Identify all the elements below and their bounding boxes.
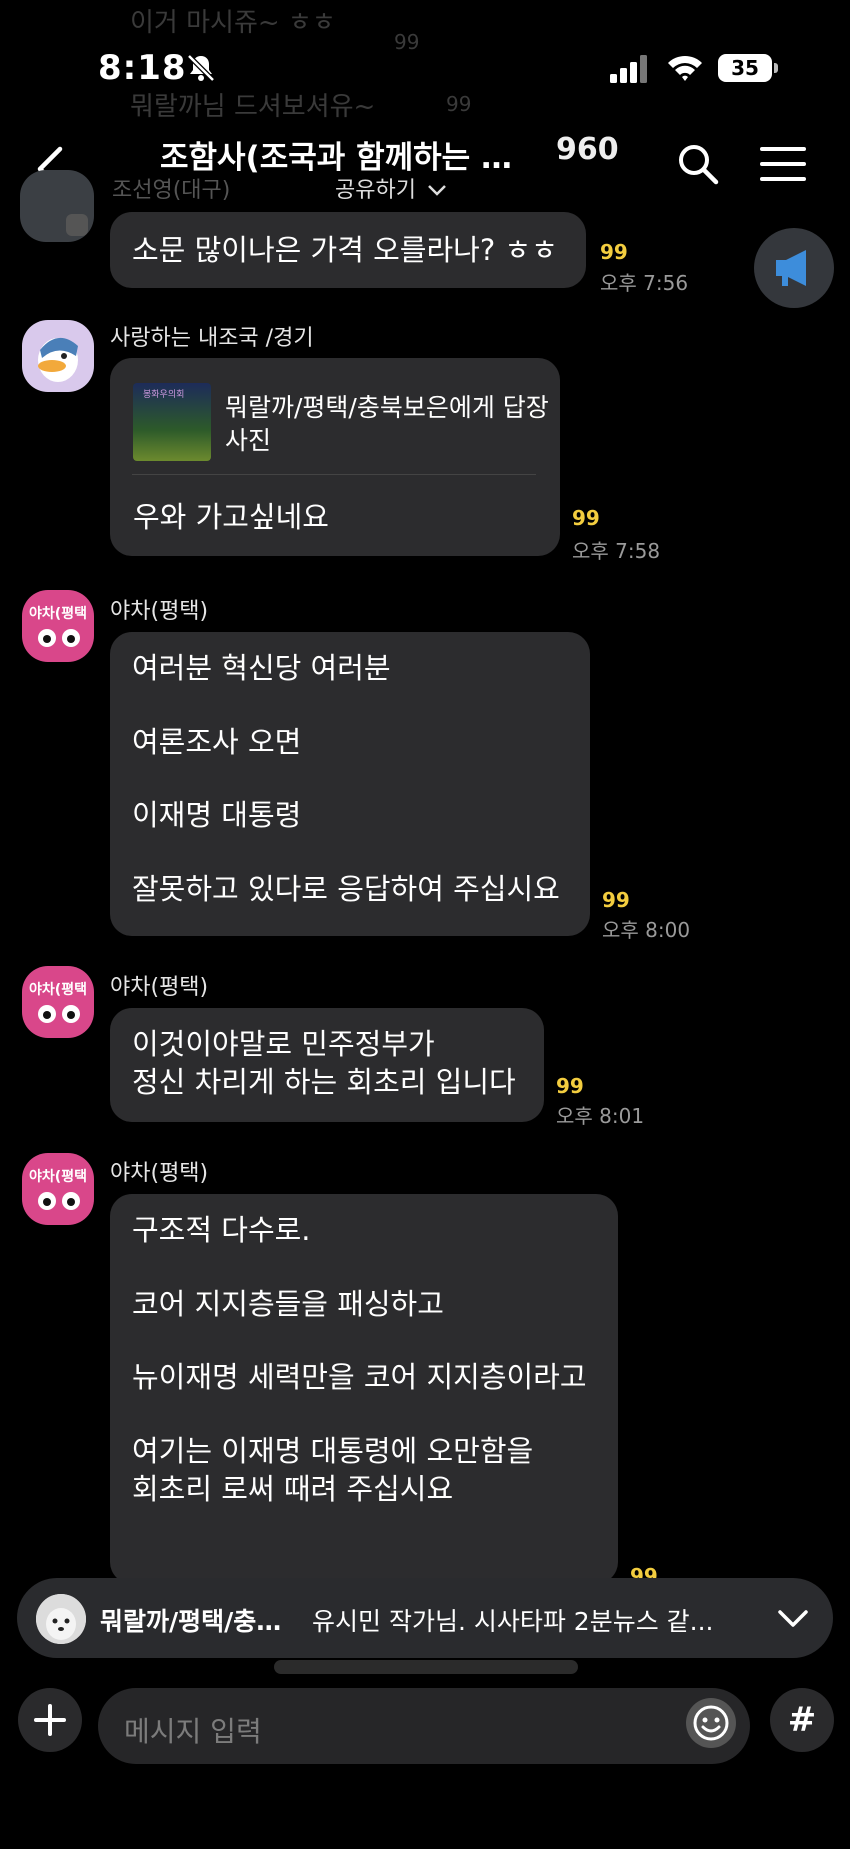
preview-message: 유시민 작가님. 시사타파 2분뉴스 같... [312, 1607, 714, 1636]
avatar-label: 야차(평택 [29, 982, 87, 998]
wifi-icon [668, 55, 702, 81]
preview-sender: 뭐랄까/평택/충… [100, 1607, 282, 1636]
sender-name: 야차(평택) [110, 975, 209, 1000]
message-text: 이것이야말로 민주정부가 [132, 1027, 435, 1061]
unread-count: 99 [572, 506, 600, 530]
message-text: 이재명 대통령 [132, 798, 302, 833]
share-label: 공유하기 [335, 178, 416, 203]
message-text: 구조적 다수로. [132, 1213, 311, 1247]
chevron-down-icon [428, 185, 446, 196]
hashtag-button[interactable]: # [770, 1688, 834, 1752]
message-bubble[interactable]: 여러분 혁신당 여러분 여론조사 오면 이재명 대통령 잘못하고 있다로 응답하… [110, 632, 590, 936]
partial-sender: 조선영(대구) [112, 178, 231, 203]
message-time: 오후 8:01 [556, 1104, 645, 1128]
plus-icon [34, 1704, 66, 1736]
menu-icon[interactable] [760, 145, 806, 183]
message-time: 오후 8:00 [602, 918, 691, 942]
avatar[interactable]: 야차(평택 [22, 1153, 94, 1225]
sender-name: 야차(평택) [110, 1161, 209, 1186]
chat-title[interactable]: 조함사(조국과 함께하는 사... [160, 132, 540, 177]
emoji-icon [693, 1705, 729, 1741]
emoji-button[interactable] [686, 1698, 736, 1748]
search-icon[interactable] [676, 142, 720, 186]
message-text: 뉴이재명 세력만을 코어 지지층이라고 [132, 1360, 587, 1395]
ghost-message-1: 이거 마시쥬~ ㅎㅎ [130, 8, 336, 38]
reply-quote[interactable]: 뭐랄까/평택/충북보은에게 답장 사진 [225, 392, 549, 457]
reply-type: 사진 [225, 425, 272, 455]
character-face-icon [38, 629, 80, 647]
battery-tip [774, 63, 778, 73]
message-text: 우와 가고싶네요 [133, 500, 329, 534]
thumb-caption: 봉화우의회 [143, 390, 185, 400]
scroll-indicator [274, 1660, 578, 1674]
message-text: 회초리 로써 때려 주십시요 [132, 1471, 454, 1506]
message-time: 오후 7:56 [600, 271, 689, 295]
character-face-icon [38, 1005, 80, 1023]
chevron-down-icon[interactable] [776, 1604, 810, 1632]
character-face-icon [38, 1192, 80, 1210]
battery-indicator: 35 [718, 54, 772, 82]
message-bubble[interactable]: 소문 많이나은 가격 오를라나? ㅎㅎ [110, 212, 586, 288]
unread-count: 99 [602, 888, 630, 912]
message-text: 정신 차리게 하는 회초리 입니다 [132, 1064, 516, 1099]
avatar[interactable]: 야차(평택 [22, 590, 94, 662]
avatar [36, 1594, 86, 1644]
message-text: 여론조사 오면 [132, 724, 302, 759]
message-text: 여기는 이재명 대통령에 오만함을 [132, 1434, 534, 1469]
badge-icon [66, 214, 88, 236]
duck-icon [38, 337, 78, 382]
signal-icon [610, 55, 647, 83]
member-count: 960 [556, 132, 619, 167]
avatar-label: 야차(평택 [29, 1169, 87, 1185]
ghost-count-2: 99 [446, 92, 472, 116]
bell-slash-icon [187, 54, 215, 82]
message-bubble[interactable]: 이것이야말로 민주정부가 정신 차리게 하는 회초리 입니다 [110, 1008, 544, 1122]
sender-name: 야차(평택) [110, 599, 209, 624]
message-bubble[interactable]: 구조적 다수로. 코어 지지층들을 패싱하고 뉴이재명 세력만을 코어 지지층이… [110, 1194, 618, 1584]
message-text: 소문 많이나은 가격 오를라나? ㅎㅎ [132, 233, 558, 267]
avatar-label: 야차(평택 [29, 606, 87, 622]
reply-target: 뭐랄까/평택/충북보은에게 답장 [225, 393, 549, 422]
message-text: 잘못하고 있다로 응답하여 주십시요 [132, 872, 560, 907]
dog-icon [36, 1594, 86, 1644]
unread-count: 99 [556, 1074, 584, 1098]
ghost-message-2: 뭐랄까님 드셔보셔유~ [130, 92, 376, 122]
avatar[interactable] [22, 320, 94, 392]
unread-count: 99 [600, 240, 628, 264]
reply-divider [132, 474, 536, 475]
megaphone-icon [776, 250, 806, 286]
message-time: 오후 7:58 [572, 539, 661, 563]
share-button[interactable]: 공유하기 [335, 172, 447, 204]
message-text: 여러분 혁신당 여러분 [132, 651, 391, 685]
status-time: 8:18 [98, 48, 187, 88]
ghost-count-1: 99 [394, 30, 420, 54]
avatar[interactable]: 야차(평택 [22, 966, 94, 1038]
add-attachment-button[interactable] [18, 1688, 82, 1752]
sender-name: 사랑하는 내조국 /경기 [110, 326, 314, 351]
reply-thumbnail[interactable]: 봉화우의회 [133, 383, 211, 461]
notice-button[interactable] [754, 228, 834, 308]
message-text: 코어 지지층들을 패싱하고 [132, 1286, 444, 1321]
message-input-placeholder: 메시지 입력 [124, 1715, 262, 1748]
avatar[interactable] [20, 170, 94, 242]
